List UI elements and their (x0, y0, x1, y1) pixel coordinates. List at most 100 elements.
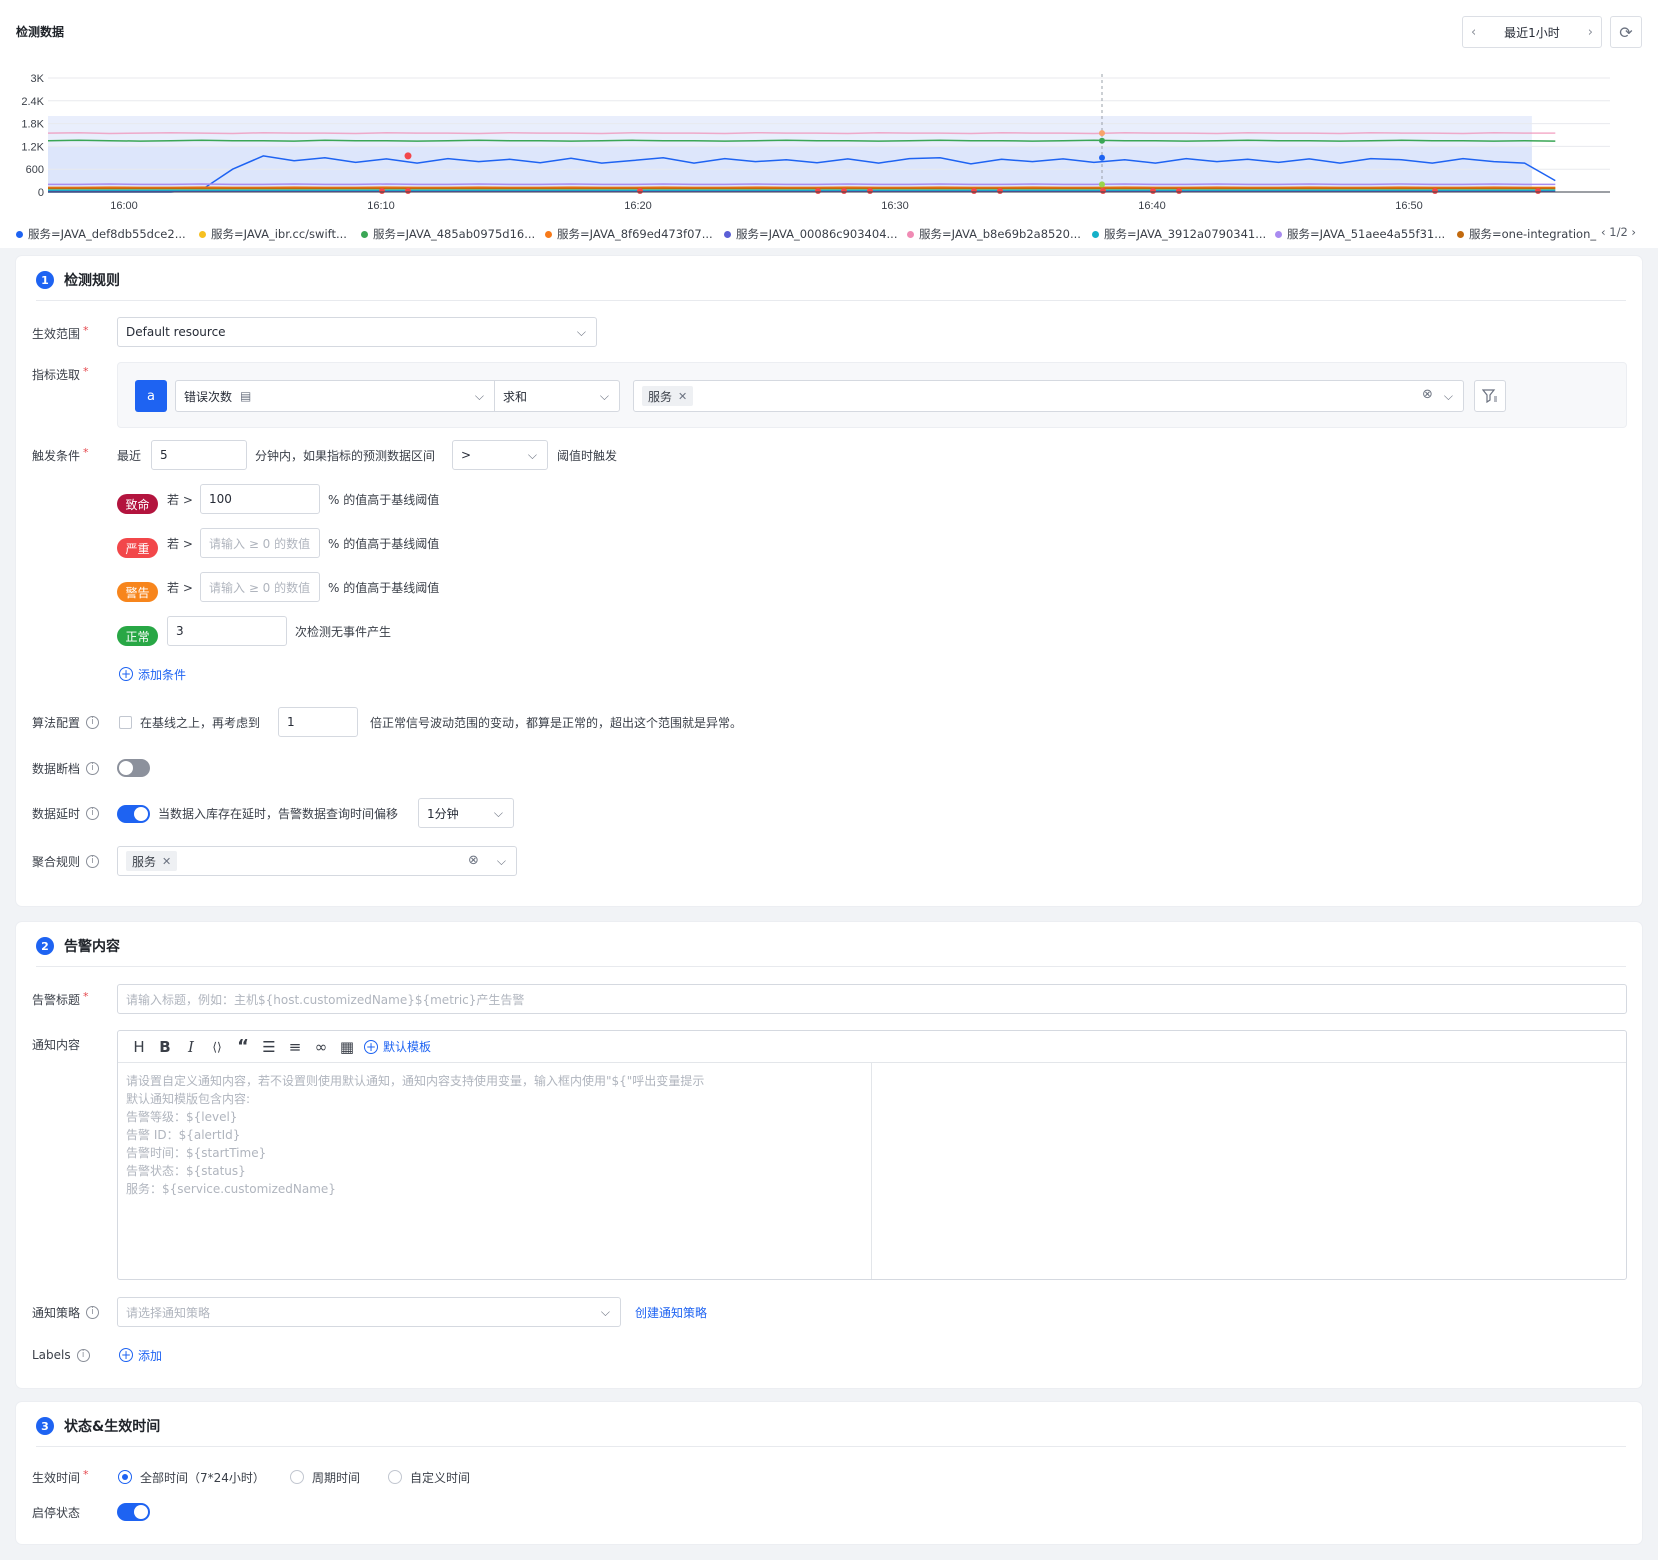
anomaly-marker (637, 188, 643, 194)
link-icon[interactable]: ∞ (308, 1036, 334, 1058)
legend-item[interactable]: 服务=one-integration_ (1457, 226, 1596, 242)
editor-placeholder-line: 告警时间：${startTime} (126, 1146, 267, 1160)
legend-label: 服务=JAVA_485ab0975d16... (373, 227, 536, 241)
radio-custom[interactable] (388, 1470, 402, 1484)
quote-icon[interactable]: “ (230, 1036, 256, 1058)
hover-point (1099, 181, 1105, 188)
clear-icon[interactable]: ⊗ (1422, 387, 1433, 402)
radio-periodic[interactable] (290, 1470, 304, 1484)
legend-dot (361, 230, 368, 238)
policy-select[interactable]: 请选择通知策略 ⌵ (117, 1297, 621, 1327)
legend-item[interactable]: 服务=JAVA_def8db55dce2... (16, 226, 186, 242)
severe-threshold-input[interactable]: 请输入 ≥ 0 的数值 (200, 528, 320, 558)
effect-time-label: 生效时间 * (32, 1467, 89, 1485)
ordered-list-icon[interactable]: ≡ (282, 1036, 308, 1058)
metric-label: 指标选取 * (32, 364, 89, 382)
legend-label: 服务=JAVA_3912a0790341... (1104, 227, 1267, 241)
step-number: 1 (36, 271, 54, 289)
info-icon[interactable]: i (76, 1348, 90, 1362)
italic-icon[interactable]: I (178, 1036, 204, 1058)
trigger-operator-value: > (461, 448, 472, 462)
legend-item[interactable]: 服务=JAVA_8f69ed473f07... (545, 226, 713, 242)
chevron-left-icon[interactable]: ‹ (1471, 26, 1476, 39)
refresh-icon[interactable]: ⟳ (1610, 16, 1642, 48)
clear-icon[interactable]: ⊗ (468, 853, 479, 868)
warning-threshold-input[interactable]: 请输入 ≥ 0 的数值 (200, 572, 320, 602)
heading-icon[interactable]: H (126, 1036, 152, 1058)
scope-value: Default resource (126, 325, 226, 339)
series-line (47, 131, 1556, 135)
close-icon[interactable]: ✕ (678, 390, 687, 403)
table-icon[interactable]: ▦ (334, 1036, 360, 1058)
group-by-select[interactable]: 服务 ✕ ⊗ ⌵ (633, 380, 1464, 412)
trigger-recent-text: 最近 (117, 448, 142, 463)
fatal-threshold-input[interactable]: 100 (200, 484, 320, 514)
legend-item[interactable]: 服务=JAVA_ibr.cc/swift... (199, 226, 347, 242)
algo-multiplier-input[interactable]: 1 (278, 707, 358, 737)
algo-post-text: 倍正常信号波动范围的变动，都算是正常的，超出这个范围就是异常。 (370, 715, 743, 730)
divider (36, 966, 1626, 967)
create-policy-link[interactable]: 创建通知策略 (635, 1297, 707, 1327)
x-tick-label: 16:40 (1138, 200, 1166, 212)
plus-circle-icon: + (364, 1039, 378, 1054)
chevron-down-icon: ⌵ (1443, 389, 1453, 403)
group-tag-label: 服务 (648, 389, 673, 404)
filter-icon[interactable] (1474, 380, 1506, 412)
info-icon[interactable]: i (86, 806, 100, 820)
bullet-list-icon[interactable]: ☰ (256, 1036, 282, 1058)
algo-checkbox[interactable] (119, 716, 132, 729)
legend-label: 服务=JAVA_ibr.cc/swift... (211, 227, 347, 241)
legend-item[interactable]: 服务=JAVA_b8e69b2a8520... (907, 226, 1081, 242)
chevron-down-icon: ⌵ (599, 389, 609, 403)
editor-input[interactable]: 请设置自定义通知内容，若不设置则使用默认通知，通知内容支持使用变量，输入框内使用… (118, 1063, 872, 1279)
metric-select[interactable]: 错误次数 ▤ ⌵ (175, 380, 495, 412)
alert-title-input[interactable]: 请输入标题，例如：主机${host.customizedName}${metri… (117, 984, 1627, 1014)
radio-all-time[interactable] (118, 1470, 132, 1484)
enable-toggle[interactable] (117, 1503, 150, 1521)
x-tick-label: 16:10 (367, 200, 395, 212)
level-badge-warning: 警告 (117, 582, 158, 602)
trigger-operator-select[interactable]: > ⌵ (452, 440, 548, 470)
detection-chart[interactable]: 0 600 1.2K 1.8K 2.4K 3K 16:00 16:10 16:20 16:30 16… (0, 66, 1620, 216)
notify-content-editor: H B I ⟨⟩ “ ☰ ≡ ∞ ▦ + 默认模板 请设置自定义通知内容，若不设置… (117, 1030, 1627, 1280)
chevron-right-icon[interactable]: › (1588, 26, 1593, 39)
group-tag[interactable]: 服务 ✕ (642, 386, 694, 406)
x-tick-label: 16:50 (1395, 200, 1423, 212)
anomaly-marker (1535, 188, 1541, 194)
delay-toggle[interactable] (117, 805, 150, 823)
code-icon[interactable]: ⟨⟩ (204, 1036, 230, 1058)
agg-tag[interactable]: 服务 ✕ (126, 851, 178, 871)
aggregation-select[interactable]: 求和 ⌵ (494, 380, 620, 412)
normal-suffix: 次检测无事件产生 (295, 624, 392, 639)
info-icon[interactable]: i (86, 1305, 100, 1319)
bold-icon[interactable]: B (152, 1036, 178, 1058)
legend-pager[interactable]: ‹ 1/2 › (1601, 225, 1636, 239)
scope-select[interactable]: Default resource ⌵ (117, 317, 597, 347)
info-icon[interactable]: i (86, 761, 100, 775)
status-header: 3 状态&生效时间 (36, 1416, 160, 1436)
chevron-down-icon: ⌵ (493, 806, 503, 820)
add-label-button[interactable]: + 添加 (119, 1340, 162, 1370)
add-condition-button[interactable]: + 添加条件 (119, 666, 186, 682)
section-title: 检测规则 (64, 273, 120, 289)
anomaly-marker (841, 188, 847, 194)
close-icon[interactable]: ✕ (162, 855, 171, 868)
legend-item[interactable]: 服务=JAVA_485ab0975d16... (361, 226, 535, 242)
trigger-minutes-input[interactable]: 5 (151, 440, 247, 470)
legend-item[interactable]: 服务=JAVA_00086c903404... (724, 226, 897, 242)
time-range-picker[interactable]: ‹ 最近1小时 › (1462, 16, 1602, 48)
level-cond: 若 > (167, 536, 193, 551)
legend-item[interactable]: 服务=JAVA_51aee4a55f31... (1275, 226, 1445, 242)
gap-toggle[interactable] (117, 759, 150, 777)
default-template-button[interactable]: + 默认模板 (364, 1038, 431, 1055)
agg-select[interactable]: 服务 ✕ ⊗ ⌵ (117, 846, 517, 876)
delay-offset-select[interactable]: 1分钟 ⌵ (418, 798, 514, 828)
info-icon[interactable]: i (86, 854, 100, 868)
legend-item[interactable]: 服务=JAVA_3912a0790341... (1092, 226, 1266, 242)
metric-id-badge[interactable]: a (135, 380, 167, 412)
legend-label: 服务=one-integration_ (1469, 227, 1597, 241)
info-icon[interactable]: i (86, 715, 100, 729)
y-tick-label: 1.8K (21, 119, 44, 131)
normal-count-input[interactable]: 3 (167, 616, 287, 646)
scope-label: 生效范围 * (32, 323, 89, 341)
